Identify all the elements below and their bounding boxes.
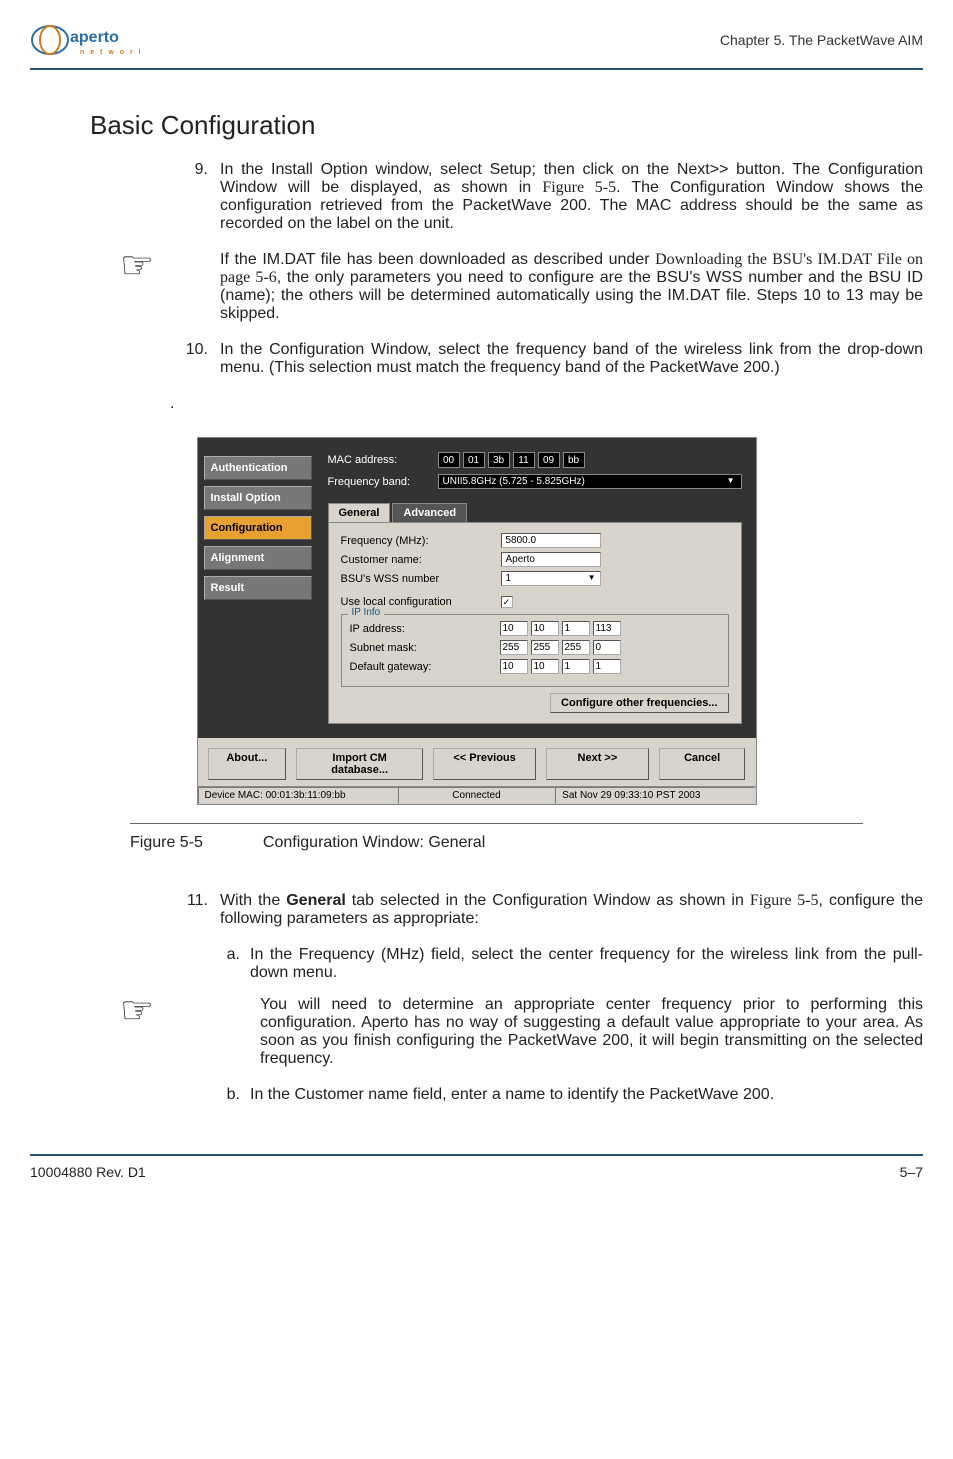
gateway-octet[interactable]: 10 [531, 659, 559, 674]
figure-reference: Figure 5-5 [542, 179, 616, 196]
subnet-octet[interactable]: 255 [531, 640, 559, 655]
nav-sidebar: Authentication Install Option Configurat… [198, 438, 318, 738]
gateway-octet[interactable]: 1 [562, 659, 590, 674]
bottom-button-bar: About... Import CM database... << Previo… [198, 738, 756, 786]
page-footer: 10004880 Rev. D1 5–7 [30, 1154, 923, 1180]
note-body: If the IM.DAT file has been downloaded a… [180, 251, 923, 323]
nav-configuration[interactable]: Configuration [204, 516, 312, 540]
ip-octet[interactable]: 113 [593, 621, 621, 636]
gateway-label: Default gateway: [350, 661, 500, 673]
section-title: Basic Configuration [90, 110, 923, 141]
mac-address-field[interactable]: 00 01 3b 11 09 bb [438, 452, 585, 468]
step-body: In the Configuration Window, select the … [220, 341, 923, 377]
step-9: 9. In the Install Option window, select … [180, 161, 923, 233]
logo: aperto n e t w o r k s [30, 20, 140, 60]
status-device-mac: Device MAC: 00:01:3b:11:09:bb [198, 787, 398, 804]
subnet-octet[interactable]: 255 [562, 640, 590, 655]
ip-address-label: IP address: [350, 623, 500, 635]
ip-info-group: IP Info IP address: 10 10 1 113 Subnet m… [341, 614, 729, 687]
step-11b: b. In the Customer name field, enter a n… [220, 1086, 923, 1104]
note-2: ☞ You will need to determine an appropri… [120, 996, 923, 1068]
nav-authentication[interactable]: Authentication [204, 456, 312, 480]
wss-label: BSU's WSS number [341, 573, 501, 585]
subnet-mask-label: Subnet mask: [350, 642, 500, 654]
tabs: General Advanced [328, 503, 742, 522]
ip-octet[interactable]: 10 [531, 621, 559, 636]
nav-result[interactable]: Result [204, 576, 312, 600]
tab-advanced[interactable]: Advanced [392, 503, 467, 522]
wss-select[interactable]: 1 [501, 571, 601, 586]
figure-caption: Figure 5-5 Configuration Window: General [130, 823, 863, 852]
frequency-label: Frequency (MHz): [341, 535, 501, 547]
step-10: 10. In the Configuration Window, select … [180, 341, 923, 377]
aperto-logo-icon: aperto n e t w o r k s [30, 20, 140, 60]
nav-install-option[interactable]: Install Option [204, 486, 312, 510]
figure-reference: Figure 5-5 [750, 892, 819, 909]
configuration-window: Authentication Install Option Configurat… [197, 437, 757, 805]
status-timestamp: Sat Nov 29 09:33:10 PST 2003 [555, 787, 755, 804]
step-number: 10. [180, 341, 220, 377]
status-bar: Device MAC: 00:01:3b:11:09:bb Connected … [198, 786, 756, 804]
svg-text:aperto: aperto [70, 29, 119, 46]
sub-body: In the Customer name field, enter a name… [250, 1086, 923, 1104]
gateway-octet[interactable]: 10 [500, 659, 528, 674]
step-11: 11. With the General tab selected in the… [180, 892, 923, 928]
period-marker: . [170, 395, 923, 413]
pointing-hand-icon: ☞ [120, 247, 180, 323]
cancel-button[interactable]: Cancel [659, 748, 746, 780]
sub-body: In the Frequency (MHz) field, select the… [250, 946, 923, 982]
ip-octet[interactable]: 10 [500, 621, 528, 636]
step-11a: a. In the Frequency (MHz) field, select … [220, 946, 923, 982]
step-number: 11. [180, 892, 220, 928]
config-pane: MAC address: 00 01 3b 11 09 bb Frequency… [318, 438, 756, 738]
step-number: 9. [180, 161, 220, 233]
tab-general[interactable]: General [328, 503, 391, 522]
next-button[interactable]: Next >> [546, 748, 649, 780]
step-body: In the Install Option window, select Set… [220, 161, 923, 233]
ip-info-legend: IP Info [348, 607, 385, 618]
sub-letter: b. [220, 1086, 250, 1104]
frequency-input[interactable]: 5800.0 [501, 533, 601, 548]
freq-band-select[interactable]: UNII5.8GHz (5.725 - 5.825GHz) [438, 474, 742, 489]
subnet-octet[interactable]: 0 [593, 640, 621, 655]
general-tab-pane: Frequency (MHz): 5800.0 Customer name: A… [328, 522, 742, 724]
freq-band-label: Frequency band: [328, 476, 438, 488]
note-body: You will need to determine an appropriat… [180, 996, 923, 1068]
figure-5-5: Authentication Install Option Configurat… [30, 437, 923, 805]
chapter-label: Chapter 5. The PacketWave AIM [720, 32, 923, 48]
customer-name-input[interactable]: Aperto [501, 552, 601, 567]
nav-alignment[interactable]: Alignment [204, 546, 312, 570]
configure-other-frequencies-button[interactable]: Configure other frequencies... [550, 693, 728, 713]
page-header: aperto n e t w o r k s Chapter 5. The Pa… [30, 20, 923, 70]
previous-button[interactable]: << Previous [433, 748, 536, 780]
step-body: With the General tab selected in the Con… [220, 892, 923, 928]
figure-number: Figure 5-5 [130, 834, 203, 852]
note-1: ☞ If the IM.DAT file has been downloaded… [120, 251, 923, 323]
local-config-checkbox[interactable]: ✓ [501, 596, 513, 608]
pointing-hand-icon: ☞ [120, 992, 180, 1068]
import-cm-database-button[interactable]: Import CM database... [296, 748, 423, 780]
page-number: 5–7 [900, 1164, 923, 1180]
gateway-octet[interactable]: 1 [593, 659, 621, 674]
ip-octet[interactable]: 1 [562, 621, 590, 636]
doc-revision: 10004880 Rev. D1 [30, 1164, 146, 1180]
customer-name-label: Customer name: [341, 554, 501, 566]
sub-letter: a. [220, 946, 250, 982]
cross-reference: Downloading the BSU's IM.DAT File [655, 251, 902, 268]
mac-label: MAC address: [328, 454, 438, 466]
status-connection: Connected [398, 787, 555, 804]
svg-text:n e t w o r k s: n e t w o r k s [80, 49, 140, 56]
subnet-octet[interactable]: 255 [500, 640, 528, 655]
about-button[interactable]: About... [208, 748, 287, 780]
figure-title: Configuration Window: General [263, 834, 485, 852]
